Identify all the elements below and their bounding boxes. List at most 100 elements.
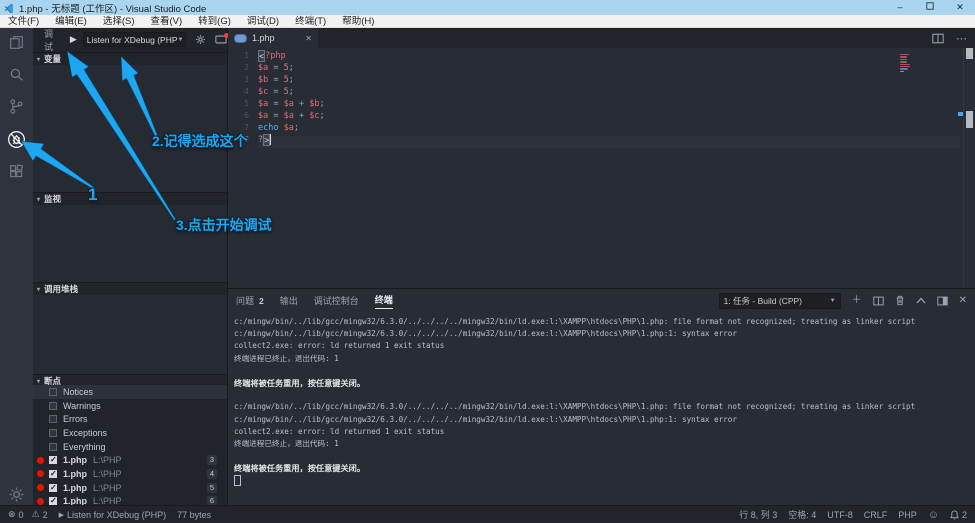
breakpoint-checkbox[interactable] [49,484,57,492]
code-line[interactable]: 2$a = 5; [228,62,294,74]
breakpoint-line-badge: 5 [207,483,217,493]
breakpoint-checkbox[interactable] [49,415,57,423]
menu-item[interactable]: 帮助(H) [334,15,382,28]
scrollbar-thumb[interactable] [966,111,973,128]
file-size-status[interactable]: 77 bytes [177,510,211,520]
watch-body [33,205,227,282]
play-icon: ▶ [59,511,64,519]
activity-bar [0,28,33,505]
minimize-button[interactable]: – [885,0,915,15]
split-editor-icon[interactable] [932,33,944,44]
code-line[interactable]: 3$b = 5; [228,74,294,86]
menu-item[interactable]: 选择(S) [95,15,143,28]
breakpoint-checkbox[interactable] [49,402,57,410]
line-number: 6 [228,110,258,122]
breakpoint-label: Warnings [63,401,101,411]
breakpoint-checkbox[interactable] [49,456,57,464]
exception-breakpoint-row[interactable]: Warnings [33,399,227,413]
search-icon[interactable] [6,64,26,84]
status-item[interactable]: CRLF [864,510,888,520]
menu-item[interactable]: 转到(G) [190,15,239,28]
code-line[interactable]: 6$a = $a + $c; [228,110,325,122]
breakpoint-checkbox[interactable] [49,443,57,451]
feedback-smiley-icon[interactable]: ☺ [928,509,939,521]
exception-breakpoint-row[interactable]: Exceptions [33,426,227,440]
menu-item[interactable]: 查看(V) [142,15,190,28]
terminal-selector-dropdown[interactable]: 1: 任务 - Build (CPP) ▼ [719,293,841,309]
breakpoint-label: Everything [63,442,106,452]
panel-tab-问题[interactable]: 问题2 [236,294,264,307]
editor-tab-bar: 1.php ✕ ⋯ [228,28,975,48]
menu-item[interactable]: 终端(T) [287,15,334,28]
split-terminal-icon[interactable] [873,296,884,306]
tab-1php[interactable]: 1.php ✕ [228,28,318,48]
maximize-button[interactable] [915,0,945,15]
notifications-bell[interactable]: 2 [950,510,967,520]
status-item[interactable]: 空格: 4 [788,508,816,521]
exception-breakpoint-row[interactable]: Notices [33,385,227,399]
scrollbar-thumb[interactable] [966,48,973,59]
file-breakpoint-row[interactable]: 1.phpL:\PHP4 [33,467,227,481]
code-line[interactable]: 4$c = 5; [228,86,294,98]
file-breakpoint-row[interactable]: 1.phpL:\PHP5 [33,481,227,495]
bottom-panel: 问题2 输出 调试控制台 终端 1: 任务 - Build (CPP) ▼ ＋ [228,288,975,505]
breakpoint-checkbox[interactable] [49,470,57,478]
caret-down-icon: ▼ [830,298,836,304]
debug-config-dropdown[interactable]: Listen for XDebug (PHP ▼ [83,32,186,47]
terminal-output[interactable]: c:/mingw/bin/../lib/gcc/mingw32/6.3.0/..… [228,312,961,505]
breakpoint-dot-icon [37,470,44,477]
explorer-icon[interactable] [6,32,26,52]
panel-tab-调试控制台[interactable]: 调试控制台 [314,294,359,307]
code-token: = [268,98,283,110]
code-token: ; [289,86,294,98]
breakpoint-checkbox[interactable] [49,429,57,437]
exception-breakpoint-row[interactable]: Everything [33,440,227,454]
panel-tab-label: 终端 [375,293,393,306]
line-number: 4 [228,86,258,98]
code-line[interactable]: 8?> [228,134,271,146]
code-token: = [268,74,283,86]
minimap[interactable] [900,54,912,73]
close-panel-icon[interactable]: ✕ [959,296,967,306]
panel-tab-输出[interactable]: 输出 [280,294,298,307]
close-button[interactable]: ✕ [945,0,975,15]
maximize-panel-chevron-icon[interactable] [916,297,926,304]
debug-status[interactable]: ▶ Listen for XDebug (PHP) [59,510,166,520]
breakpoint-checkbox[interactable] [49,388,57,396]
extensions-icon[interactable] [6,161,26,181]
section-variables[interactable]: ▾ 变量 [33,52,227,65]
caret-down-icon: ▼ [178,37,184,43]
start-debug-button[interactable]: ▶ [70,34,77,45]
panel-tab-label: 调试控制台 [314,294,359,307]
code-line[interactable]: 1<?php [228,50,286,62]
section-watch[interactable]: ▾ 监视 [33,192,227,205]
window-controls: – ✕ [885,0,975,15]
kill-terminal-trash-icon[interactable] [895,295,905,306]
code-line[interactable]: 5$a = $a + $b; [228,98,325,110]
debug-icon[interactable] [6,129,26,149]
code-line[interactable]: 7echo $a; [228,122,299,134]
status-item[interactable]: UTF-8 [827,510,853,520]
more-actions-icon[interactable]: ⋯ [956,32,967,45]
problems-status[interactable]: ⊗ 0 ⚠ 2 [8,509,48,520]
exception-breakpoint-row[interactable]: Errors [33,412,227,426]
code-token: ; [319,98,324,110]
source-control-icon[interactable] [6,96,26,116]
section-call-stack[interactable]: ▾ 调用堆栈 [33,282,227,295]
menu-item[interactable]: 调试(D) [239,15,287,28]
status-item[interactable]: PHP [898,510,917,520]
line-number: 3 [228,74,258,86]
panel-tab-终端[interactable]: 终端 [375,293,393,309]
code-editor[interactable]: 1<?php2$a = 5;3$b = 5;4$c = 5;5$a = $a +… [228,48,975,288]
breakpoint-dot-icon [37,498,44,505]
breakpoint-path: L:\PHP [93,469,122,479]
menu-item[interactable]: 文件(F) [0,15,47,28]
file-breakpoint-row[interactable]: 1.phpL:\PHP3 [33,453,227,467]
toggle-panel-layout-icon[interactable] [937,296,948,306]
status-item[interactable]: 行 8, 列 3 [739,508,777,521]
debug-console-toggle-icon[interactable] [215,35,227,44]
settings-gear-icon[interactable] [6,484,26,504]
new-terminal-icon[interactable]: ＋ [852,296,862,306]
close-tab-icon[interactable]: ✕ [305,34,312,43]
open-launch-config-gear-icon[interactable] [195,34,206,45]
